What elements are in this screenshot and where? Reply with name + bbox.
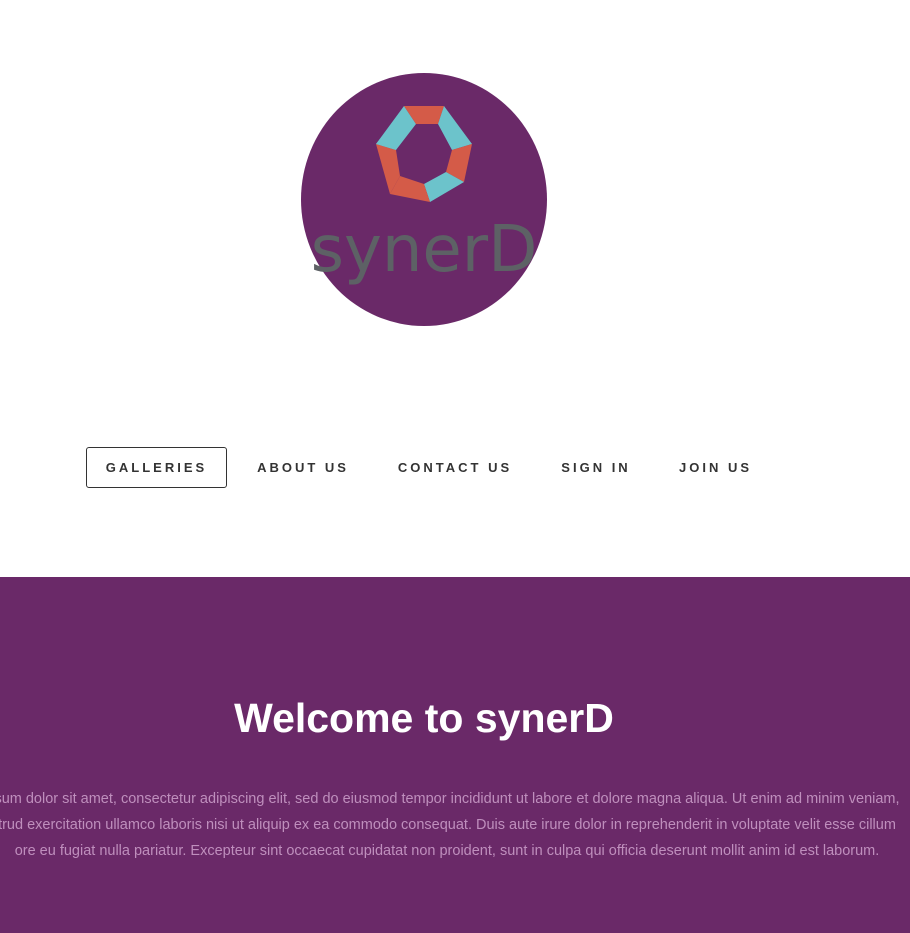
nav-item-galleries[interactable]: GALLERIES bbox=[86, 447, 227, 488]
hero-body-line: sum dolor sit amet, consectetur adipisci… bbox=[0, 791, 900, 807]
hero-title: Welcome to synerD bbox=[234, 695, 614, 741]
hero-body-line: trud exercitation ullamco laboris nisi u… bbox=[0, 817, 896, 833]
nav-item-contact-us[interactable]: CONTACT US bbox=[398, 447, 512, 488]
logo-wordmark: synerD bbox=[311, 213, 538, 287]
hero-body-line: ore eu fugiat nulla pariatur. Excepteur … bbox=[14, 843, 880, 859]
nav-item-sign-in[interactable]: SIGN IN bbox=[561, 447, 630, 488]
nav-item-about-us[interactable]: ABOUT US bbox=[257, 447, 349, 488]
synerd-logo[interactable]: synerD bbox=[301, 73, 547, 326]
hero-body-text: sum dolor sit amet, consectetur adipisci… bbox=[0, 786, 910, 864]
logo-graphic: synerD bbox=[301, 73, 547, 326]
nav-item-join-us[interactable]: JOIN US bbox=[679, 447, 752, 488]
hero-section: Welcome to synerD sum dolor sit amet, co… bbox=[0, 577, 910, 933]
site-header: synerD GALLERIES ABOUT US CONTACT US SIG… bbox=[0, 0, 910, 577]
main-nav: GALLERIES ABOUT US CONTACT US SIGN IN JO… bbox=[86, 446, 752, 489]
